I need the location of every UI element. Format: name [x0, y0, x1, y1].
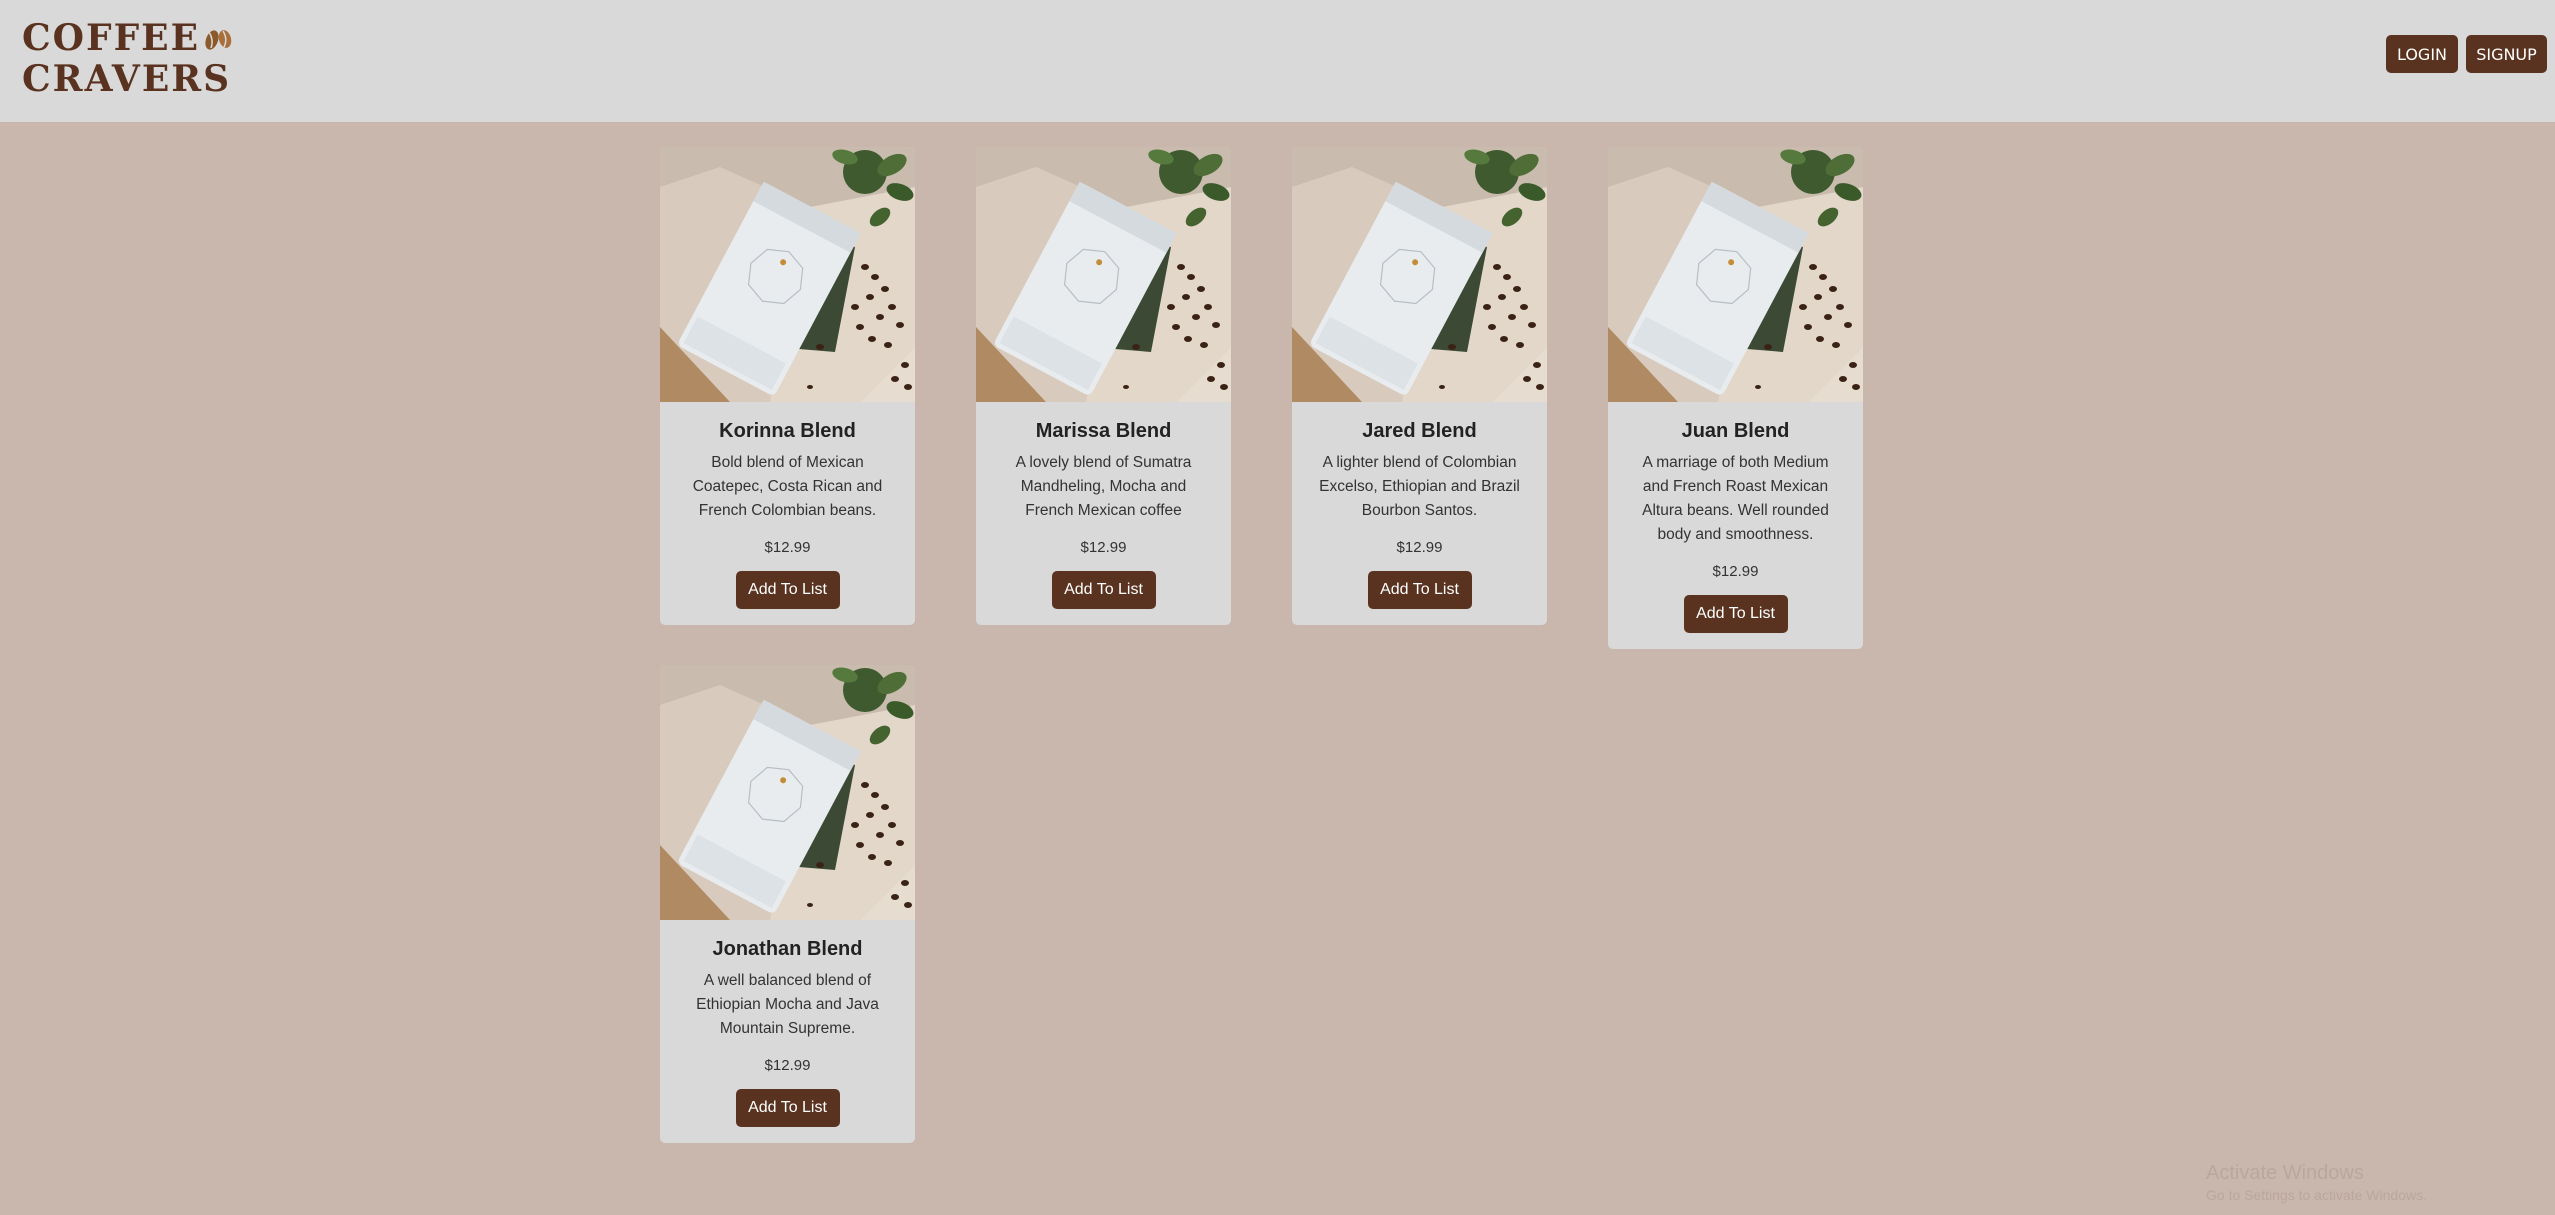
product-price: $12.99 — [764, 1057, 811, 1074]
product-image — [1608, 147, 1863, 402]
brand-line-1: COFFEE — [22, 17, 201, 59]
add-to-list-button[interactable]: Add To List — [735, 571, 840, 609]
signup-button[interactable]: SIGNUP — [2466, 35, 2547, 73]
login-button[interactable]: LOGIN — [2386, 35, 2458, 73]
product-card: Jonathan Blend A well balanced blend of … — [660, 665, 915, 1143]
product-title: Juan Blend — [1681, 420, 1790, 442]
add-to-list-button[interactable]: Add To List — [1683, 595, 1788, 633]
product-description: A marriage of both Medium and French Roa… — [1642, 454, 1829, 543]
product-card: Korinna Blend Bold blend of Mexican Coat… — [660, 147, 915, 625]
product-title: Jonathan Blend — [712, 938, 863, 960]
product-description: A lighter blend of Colombian Excelso, Et… — [1319, 454, 1520, 519]
watermark-title: Activate Windows — [2206, 1162, 2364, 1184]
coffee-bean-icon — [203, 24, 233, 61]
product-price: $12.99 — [1080, 539, 1127, 556]
navbar: COFFEE CRAVERS LOGIN SIGNUP — [0, 0, 2555, 122]
product-title: Jared Blend — [1362, 420, 1477, 442]
brand-line-2: CRAVERS — [22, 58, 232, 100]
product-price: $12.99 — [764, 539, 811, 556]
product-card: Juan Blend A marriage of both Medium and… — [1608, 147, 1863, 649]
add-to-list-button[interactable]: Add To List — [1367, 571, 1472, 609]
product-price: $12.99 — [1396, 539, 1443, 556]
product-description: Bold blend of Mexican Coatepec, Costa Ri… — [692, 454, 883, 519]
add-to-list-button[interactable]: Add To List — [735, 1089, 840, 1127]
product-card: Jared Blend A lighter blend of Colombian… — [1292, 147, 1547, 625]
activate-windows-watermark: Activate Windows Go to Settings to activ… — [2206, 1162, 2427, 1203]
product-image — [660, 147, 915, 402]
product-image — [1292, 147, 1547, 402]
product-card: Marissa Blend A lovely blend of Sumatra … — [976, 147, 1231, 625]
add-to-list-button[interactable]: Add To List — [1051, 571, 1156, 609]
watermark-subtitle: Go to Settings to activate Windows. — [2206, 1187, 2427, 1203]
product-title: Marissa Blend — [1035, 420, 1172, 442]
product-image — [976, 147, 1231, 402]
product-image — [660, 665, 915, 920]
product-title: Korinna Blend — [719, 420, 856, 442]
product-description: A well balanced blend of Ethiopian Mocha… — [696, 972, 879, 1037]
brand-logo[interactable]: COFFEE CRAVERS — [22, 20, 233, 98]
product-price: $12.99 — [1712, 563, 1759, 580]
product-description: A lovely blend of Sumatra Mandheling, Mo… — [1015, 454, 1192, 519]
